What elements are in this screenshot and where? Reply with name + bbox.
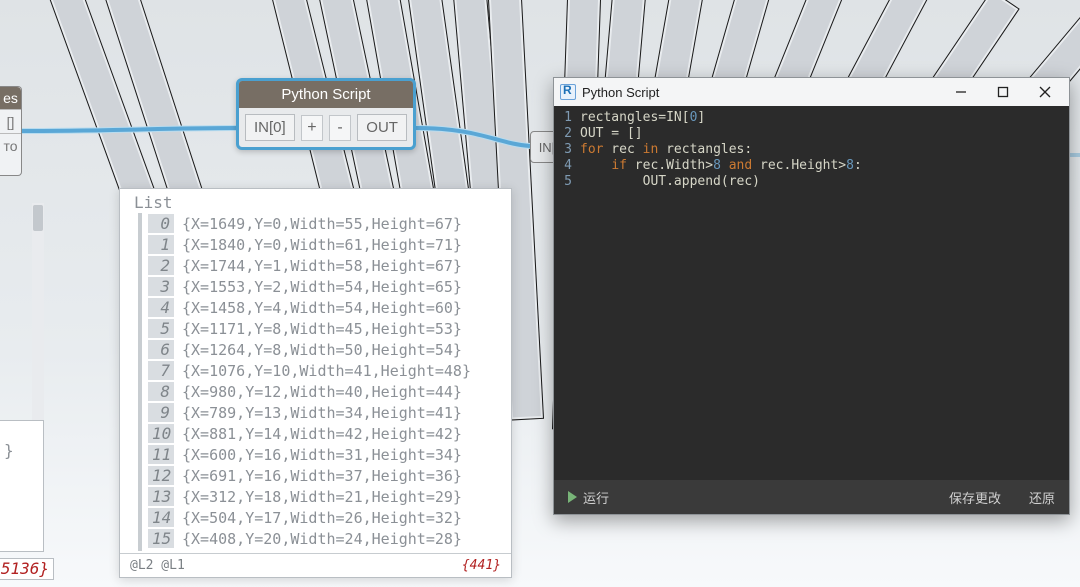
editor-footer: 运行 保存更改 还原: [554, 480, 1069, 514]
left-node-row: []: [0, 109, 21, 133]
watch-title: List: [120, 189, 511, 212]
list-item: 9{X=789,Y=13,Width=34,Height=41}: [148, 402, 507, 423]
list-item: 15{X=408,Y=20,Width=24,Height=28}: [148, 528, 507, 549]
watch-list[interactable]: 0{X=1649,Y=0,Width=55,Height=67} 1{X=184…: [138, 213, 507, 551]
revert-button[interactable]: 还原: [1015, 480, 1069, 514]
line-gutter: 1 2 3 4 5: [554, 106, 576, 480]
list-item: 10{X=881,Y=14,Width=42,Height=42}: [148, 423, 507, 444]
list-item: 1{X=1840,Y=0,Width=61,Height=71}: [148, 234, 507, 255]
list-item: 6{X=1264,Y=8,Width=50,Height=54}: [148, 339, 507, 360]
list-item: 2{X=1744,Y=1,Width=58,Height=67}: [148, 255, 507, 276]
code-text[interactable]: rectangles=IN[0] OUT = [] for rec in rec…: [576, 106, 1069, 480]
close-button[interactable]: [1027, 80, 1063, 104]
code-editor[interactable]: 1 2 3 4 5 rectangles=IN[0] OUT = [] for …: [554, 106, 1069, 480]
panel-fragment: }: [0, 420, 44, 552]
left-node-title: es: [0, 87, 21, 109]
save-changes-button[interactable]: 保存更改: [935, 480, 1015, 514]
list-item: 13{X=312,Y=18,Width=21,Height=29}: [148, 486, 507, 507]
list-item: 8{X=980,Y=12,Width=40,Height=44}: [148, 381, 507, 402]
list-item: 5{X=1171,Y=8,Width=45,Height=53}: [148, 318, 507, 339]
input-port-0[interactable]: IN[0]: [245, 114, 295, 141]
list-item: 0{X=1649,Y=0,Width=55,Height=67}: [148, 213, 507, 234]
list-item: 12{X=691,Y=16,Width=37,Height=36}: [148, 465, 507, 486]
editor-title: Python Script: [582, 85, 659, 100]
remove-input-button[interactable]: -: [329, 115, 351, 141]
maximize-button[interactable]: [985, 80, 1021, 104]
list-item: 14{X=504,Y=17,Width=26,Height=32}: [148, 507, 507, 528]
list-item: 4{X=1458,Y=4,Width=54,Height=60}: [148, 297, 507, 318]
list-item: 3{X=1553,Y=2,Width=54,Height=65}: [148, 276, 507, 297]
editor-titlebar[interactable]: Python Script: [554, 78, 1069, 106]
left-node-fragment: es [] то: [0, 86, 22, 176]
play-icon: [568, 491, 577, 503]
watch-count: {441}: [462, 558, 501, 573]
dynamo-canvas[interactable]: es [] то Python Script IN[0] + - OUT IN[…: [0, 0, 1080, 587]
add-input-button[interactable]: +: [301, 115, 323, 141]
watch-level-path[interactable]: @L2 @L1: [130, 558, 185, 573]
run-button[interactable]: 运行: [554, 480, 623, 514]
python-editor-window[interactable]: Python Script 1 2 3 4 5 rectangles=IN[0]…: [553, 77, 1070, 515]
python-script-node[interactable]: Python Script IN[0] + - OUT: [236, 78, 416, 150]
node-title: Python Script: [239, 81, 413, 108]
list-item: 7{X=1076,Y=10,Width=41,Height=48}: [148, 360, 507, 381]
left-node-row: то: [0, 133, 21, 157]
list-item: 11{X=600,Y=16,Width=31,Height=34}: [148, 444, 507, 465]
output-port[interactable]: OUT: [357, 114, 407, 141]
count-fragment: 5136}: [0, 558, 54, 580]
minimize-button[interactable]: [943, 80, 979, 104]
watch-panel[interactable]: List 0{X=1649,Y=0,Width=55,Height=67} 1{…: [119, 188, 512, 578]
revit-icon: [560, 84, 576, 100]
